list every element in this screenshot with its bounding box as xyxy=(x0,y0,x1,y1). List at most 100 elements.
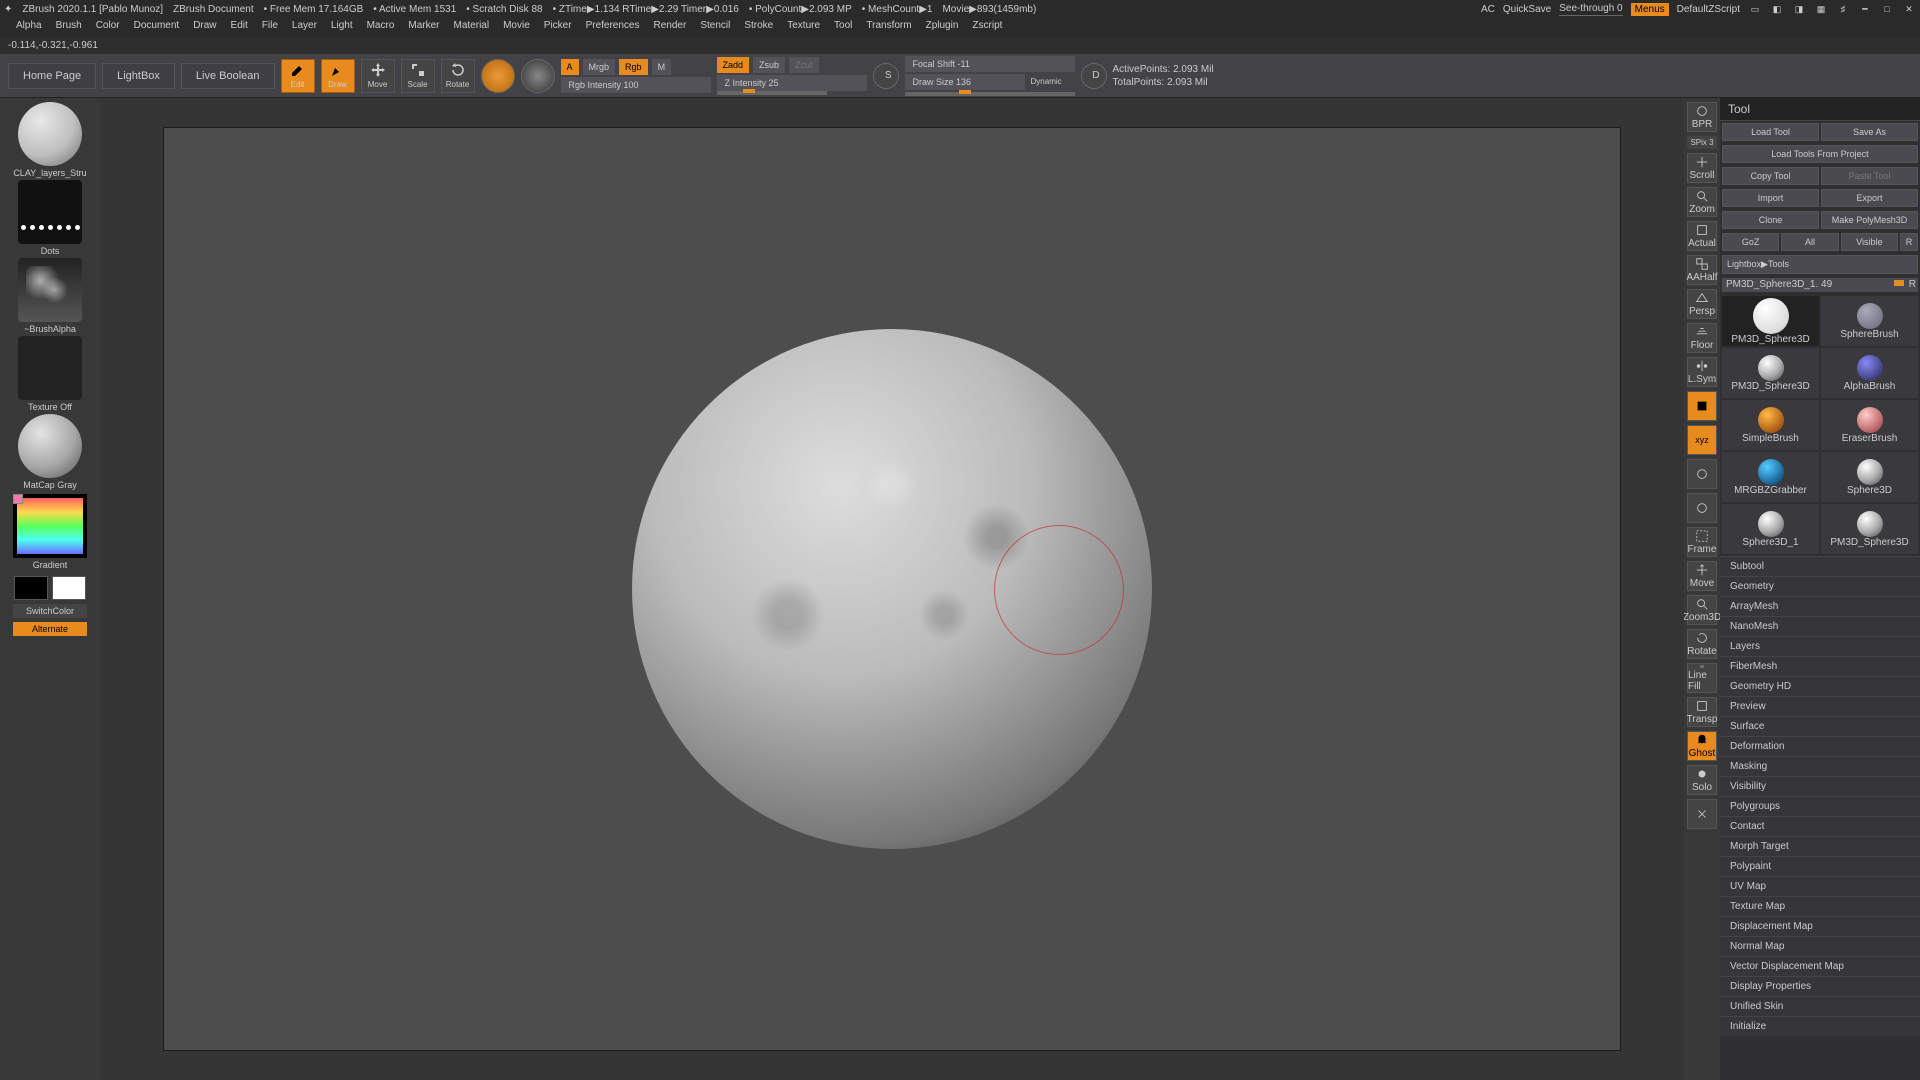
menu-zplugin[interactable]: Zplugin xyxy=(926,20,959,36)
ricon-lsym[interactable]: L.Sym xyxy=(1687,357,1717,387)
ricon-zoom[interactable]: Zoom xyxy=(1687,187,1717,217)
tool-3[interactable]: AlphaBrush xyxy=(1821,348,1918,398)
tool-1[interactable]: SphereBrush xyxy=(1821,296,1918,346)
acc-deformation[interactable]: Deformation xyxy=(1720,736,1920,756)
alternate[interactable]: Alternate xyxy=(13,622,87,636)
menu-edit[interactable]: Edit xyxy=(231,20,248,36)
brush-thumb[interactable] xyxy=(18,102,82,166)
ricon-pf[interactable] xyxy=(1687,391,1717,421)
close-icon[interactable]: ✕ xyxy=(1902,2,1916,16)
acc-contact[interactable]: Contact xyxy=(1720,816,1920,836)
ricon-xyz[interactable]: xyz xyxy=(1687,425,1717,455)
ricon-solo[interactable]: Solo xyxy=(1687,765,1717,795)
swatch-white[interactable] xyxy=(52,576,86,600)
acc-subtool[interactable]: Subtool xyxy=(1720,556,1920,576)
ricon-aahalf[interactable]: AAHalf xyxy=(1687,255,1717,285)
ricon-bpr[interactable]: BPR xyxy=(1687,102,1717,132)
acc-initialize[interactable]: Initialize xyxy=(1720,1016,1920,1036)
btn-import[interactable]: Import xyxy=(1722,189,1819,207)
swatch-black[interactable] xyxy=(14,576,48,600)
menu-macro[interactable]: Macro xyxy=(367,20,395,36)
mode-rotate[interactable]: Rotate xyxy=(441,59,475,93)
tool-2[interactable]: PM3D_Sphere3D xyxy=(1722,348,1819,398)
acc-vdm[interactable]: Vector Displacement Map xyxy=(1720,956,1920,976)
acc-arraymesh[interactable]: ArrayMesh xyxy=(1720,596,1920,616)
ricon-frame[interactable]: Frame xyxy=(1687,527,1717,557)
m-toggle[interactable]: M xyxy=(652,59,672,75)
ricon-floor[interactable]: Floor xyxy=(1687,323,1717,353)
switch-color[interactable]: SwitchColor xyxy=(13,604,87,618)
acc-masking[interactable]: Masking xyxy=(1720,756,1920,776)
mode-move[interactable]: Move xyxy=(361,59,395,93)
maximize-icon[interactable]: □ xyxy=(1880,2,1894,16)
ricon-move[interactable]: Move xyxy=(1687,561,1717,591)
dial-d[interactable]: D xyxy=(1081,63,1107,89)
viewport[interactable] xyxy=(163,127,1620,1050)
acc-visibility[interactable]: Visibility xyxy=(1720,776,1920,796)
btn-r1[interactable]: R xyxy=(1900,233,1918,251)
draw-size[interactable]: Draw Size 136 xyxy=(905,74,1025,90)
window-icon-5[interactable]: ♯ xyxy=(1836,2,1850,16)
acc-preview[interactable]: Preview xyxy=(1720,696,1920,716)
mrgb-toggle[interactable]: Mrgb xyxy=(583,59,616,75)
acc-morphtarget[interactable]: Morph Target xyxy=(1720,836,1920,856)
color-picker[interactable] xyxy=(13,494,87,558)
tool-9[interactable]: PM3D_Sphere3D xyxy=(1821,504,1918,554)
acc-texturemap[interactable]: Texture Map xyxy=(1720,896,1920,916)
menu-alpha[interactable]: Alpha xyxy=(16,20,42,36)
ricon-rotate[interactable]: Rotate xyxy=(1687,629,1717,659)
btn-clone[interactable]: Clone xyxy=(1722,211,1819,229)
tab-home[interactable]: Home Page xyxy=(8,63,96,89)
ricon-zoom3d[interactable]: Zoom3D xyxy=(1687,595,1717,625)
mode-scale[interactable]: Scale xyxy=(401,59,435,93)
menu-transform[interactable]: Transform xyxy=(866,20,911,36)
zsub-toggle[interactable]: Zsub xyxy=(753,57,785,73)
menu-color[interactable]: Color xyxy=(96,20,120,36)
matcap-thumb[interactable] xyxy=(18,414,82,478)
gizmo-orb-b[interactable] xyxy=(521,59,555,93)
ricon-ghost[interactable]: Ghost xyxy=(1687,731,1717,761)
acc-polypaint[interactable]: Polypaint xyxy=(1720,856,1920,876)
acc-dispmap[interactable]: Displacement Map xyxy=(1720,916,1920,936)
tool-0[interactable]: PM3D_Sphere3D xyxy=(1722,296,1819,346)
tool-6[interactable]: MRGBZGrabber xyxy=(1722,452,1819,502)
menus-toggle[interactable]: Menus xyxy=(1631,3,1669,16)
tool-5[interactable]: EraserBrush xyxy=(1821,400,1918,450)
current-tool[interactable]: PM3D_Sphere3D_1. 49R xyxy=(1722,278,1918,292)
menu-picker[interactable]: Picker xyxy=(544,20,572,36)
seethrough[interactable]: See-through 0 xyxy=(1559,3,1622,16)
acc-nanomesh[interactable]: NanoMesh xyxy=(1720,616,1920,636)
stroke-thumb[interactable] xyxy=(18,180,82,244)
window-icon-2[interactable]: ◧ xyxy=(1770,2,1784,16)
btn-export[interactable]: Export xyxy=(1821,189,1918,207)
acc-surface[interactable]: Surface xyxy=(1720,716,1920,736)
tool-7[interactable]: Sphere3D xyxy=(1821,452,1918,502)
tab-liveboolean[interactable]: Live Boolean xyxy=(181,63,275,89)
tool-4[interactable]: SimpleBrush xyxy=(1722,400,1819,450)
btn-makepoly[interactable]: Make PolyMesh3D xyxy=(1821,211,1918,229)
ricon-a[interactable] xyxy=(1687,459,1717,489)
minimize-icon[interactable]: ━ xyxy=(1858,2,1872,16)
window-icon-1[interactable]: ▭ xyxy=(1748,2,1762,16)
alpha-thumb[interactable] xyxy=(18,258,82,322)
ricon-linefill[interactable]: Line Fill xyxy=(1687,663,1717,693)
acc-geometry[interactable]: Geometry xyxy=(1720,576,1920,596)
ricon-transp[interactable]: Transp xyxy=(1687,697,1717,727)
acc-unifiedskin[interactable]: Unified Skin xyxy=(1720,996,1920,1016)
acc-fibermesh[interactable]: FiberMesh xyxy=(1720,656,1920,676)
btn-loadtool[interactable]: Load Tool xyxy=(1722,123,1819,141)
mode-draw[interactable]: Draw xyxy=(321,59,355,93)
window-icon-4[interactable]: ▦ xyxy=(1814,2,1828,16)
menu-render[interactable]: Render xyxy=(654,20,687,36)
menu-marker[interactable]: Marker xyxy=(408,20,439,36)
menu-material[interactable]: Material xyxy=(454,20,490,36)
menu-file[interactable]: File xyxy=(262,20,278,36)
menu-movie[interactable]: Movie xyxy=(503,20,530,36)
menu-preferences[interactable]: Preferences xyxy=(586,20,640,36)
menu-texture[interactable]: Texture xyxy=(787,20,820,36)
acc-polygroups[interactable]: Polygroups xyxy=(1720,796,1920,816)
menu-tool[interactable]: Tool xyxy=(834,20,852,36)
acc-layers[interactable]: Layers xyxy=(1720,636,1920,656)
ricon-actual[interactable]: Actual xyxy=(1687,221,1717,251)
dynamic-label[interactable]: Dynamic xyxy=(1031,77,1062,86)
